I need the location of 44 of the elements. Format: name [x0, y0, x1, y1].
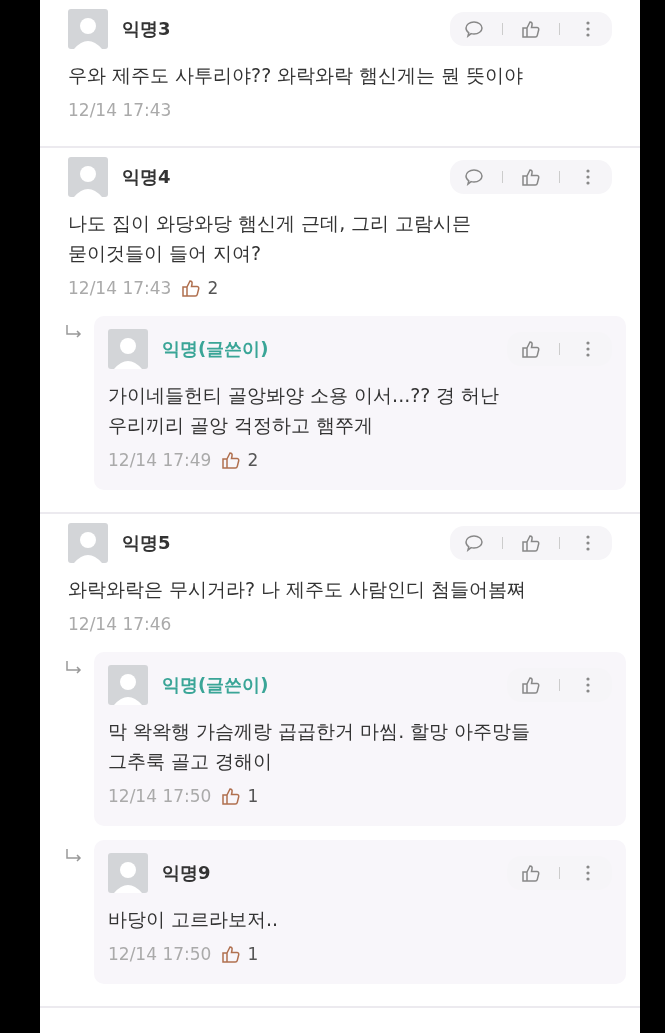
like-count: 1	[247, 944, 259, 964]
comment-icon[interactable]	[464, 533, 484, 553]
comment-text: 막 왁왁행 가슴께랑 곱곱한거 마씸. 할망 아주망들 그추룩 골고 경해이	[108, 719, 532, 774]
avatar-icon	[68, 9, 108, 49]
author-name: 익명4	[122, 165, 172, 189]
reply-arrow-icon	[64, 848, 84, 864]
thumbs-up-icon	[221, 944, 242, 964]
avatar-icon	[108, 665, 148, 705]
comment-icon[interactable]	[464, 19, 484, 39]
author-name: 익명3	[122, 17, 172, 41]
avatar-icon	[68, 157, 108, 197]
timestamp: 12/14 17:49	[108, 450, 212, 470]
avatar-icon	[68, 523, 108, 563]
like-icon	[521, 863, 541, 883]
timestamp: 12/14 17:50	[108, 944, 212, 964]
timestamp: 12/14 17:43	[68, 278, 172, 298]
thumbs-up-icon	[221, 450, 242, 470]
reply-arrow-icon	[64, 660, 84, 676]
comment-text: 우와 제주도 사투리야?? 와락와락 햄신게는 뭔 뜻이야	[68, 63, 525, 88]
like-icon	[521, 167, 541, 187]
author-name: 익명(글쓴이)	[162, 673, 270, 697]
comment-text: 나도 집이 와당와당 햄신게 근데, 그리 고람시믄 묻이것들이 들어 지여?	[68, 211, 473, 266]
like-count: 2	[207, 278, 219, 298]
like-icon	[521, 675, 541, 695]
like-count: 1	[247, 786, 259, 806]
like-icon	[521, 533, 541, 553]
comment-text: 와락와락은 무시거라? 나 제주도 사람인디 첨들어봄쪄	[68, 577, 528, 602]
thumbs-up-icon	[221, 786, 242, 806]
avatar-icon	[108, 329, 148, 369]
thumbs-up-icon	[181, 278, 202, 298]
avatar-icon	[108, 853, 148, 893]
comment-text: 바당이 고르라보저..	[108, 907, 280, 932]
author-name: 익명(글쓴이)	[162, 337, 270, 361]
like-icon	[521, 19, 541, 39]
timestamp: 12/14 17:43	[68, 100, 172, 120]
like-icon	[521, 339, 541, 359]
author-name: 익명5	[122, 531, 172, 555]
timestamp: 12/14 17:46	[68, 614, 172, 634]
author-name: 익명9	[162, 861, 212, 885]
timestamp: 12/14 17:50	[108, 786, 212, 806]
like-count: 2	[247, 450, 259, 470]
reply-arrow-icon	[64, 324, 84, 340]
comment-icon[interactable]	[464, 167, 484, 187]
comment-text: 가이네들헌티 골앙봐양 소용 이서...?? 경 허난 우리끼리 골앙 걱정하고 햄쭈게	[108, 383, 501, 438]
